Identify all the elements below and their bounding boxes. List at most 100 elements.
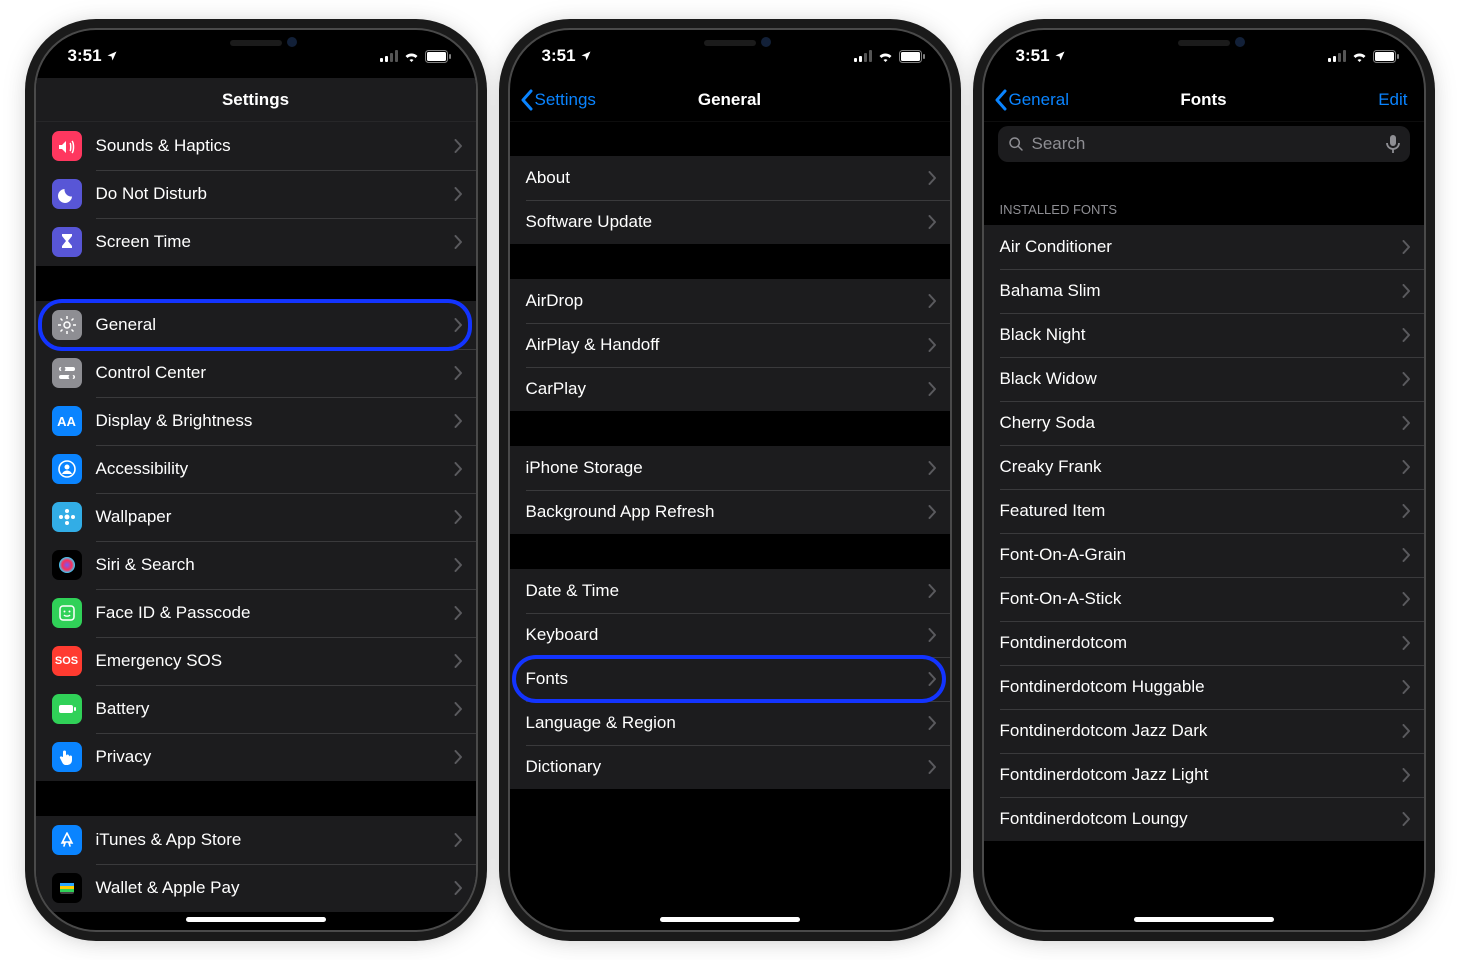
settings-row[interactable]: SOS Emergency SOS (36, 637, 476, 685)
row-label: Privacy (96, 747, 446, 767)
settings-row[interactable]: Black Widow (984, 357, 1424, 401)
row-label: Bahama Slim (1000, 281, 1394, 301)
wifi-icon (1351, 50, 1368, 62)
hand-icon (52, 742, 82, 772)
switches-icon (52, 358, 82, 388)
settings-group-3: iTunes & App Store Wallet & Apple Pay (36, 816, 476, 912)
chevron-right-icon (1402, 240, 1410, 254)
settings-row[interactable]: Fontdinerdotcom (984, 621, 1424, 665)
row-label: Siri & Search (96, 555, 446, 575)
phone-settings: 3:51 Settings Sounds & Haptics Do Not Di… (36, 30, 476, 930)
row-label: General (96, 315, 446, 335)
phone-general: 3:51 Settings General About Software Upd… (510, 30, 950, 930)
chevron-right-icon (928, 382, 936, 396)
row-label: Keyboard (526, 625, 920, 645)
flower-icon (52, 502, 82, 532)
settings-row[interactable]: AA Display & Brightness (36, 397, 476, 445)
settings-row[interactable]: Keyboard (510, 613, 950, 657)
chevron-right-icon (928, 171, 936, 185)
settings-row[interactable]: Fontdinerdotcom Jazz Light (984, 753, 1424, 797)
settings-row[interactable]: iPhone Storage (510, 446, 950, 490)
settings-row[interactable]: Accessibility (36, 445, 476, 493)
settings-row[interactable]: Cherry Soda (984, 401, 1424, 445)
chevron-right-icon (454, 139, 462, 153)
location-icon (1054, 50, 1066, 62)
settings-row[interactable]: AirPlay & Handoff (510, 323, 950, 367)
settings-row[interactable]: Dictionary (510, 745, 950, 789)
SOS-icon: SOS (52, 646, 82, 676)
row-label: Screen Time (96, 232, 446, 252)
chevron-right-icon (1402, 680, 1410, 694)
settings-row[interactable]: Language & Region (510, 701, 950, 745)
settings-row[interactable]: Font-On-A-Grain (984, 533, 1424, 577)
settings-row[interactable]: iTunes & App Store (36, 816, 476, 864)
mic-icon[interactable] (1386, 135, 1400, 153)
row-label: Software Update (526, 212, 920, 232)
settings-row[interactable]: Font-On-A-Stick (984, 577, 1424, 621)
search-input[interactable] (1030, 133, 1380, 155)
chevron-right-icon (928, 505, 936, 519)
row-label: Do Not Disturb (96, 184, 446, 204)
home-indicator[interactable] (1134, 917, 1274, 922)
settings-row[interactable]: Date & Time (510, 569, 950, 613)
settings-row[interactable]: Privacy (36, 733, 476, 781)
chevron-right-icon (1402, 460, 1410, 474)
settings-row[interactable]: AirDrop (510, 279, 950, 323)
row-label: Air Conditioner (1000, 237, 1394, 257)
row-label: Display & Brightness (96, 411, 446, 431)
row-label: Fontdinerdotcom Huggable (1000, 677, 1394, 697)
settings-row[interactable]: Face ID & Passcode (36, 589, 476, 637)
settings-row[interactable]: Fonts (510, 657, 950, 701)
row-label: Sounds & Haptics (96, 136, 446, 156)
content-fonts: INSTALLED FONTS Air Conditioner Bahama S… (984, 30, 1424, 930)
cellular-icon (380, 50, 398, 62)
chevron-right-icon (454, 606, 462, 620)
settings-row[interactable]: Control Center (36, 349, 476, 397)
settings-row[interactable]: Fontdinerdotcom Huggable (984, 665, 1424, 709)
settings-row[interactable]: Sounds & Haptics (36, 122, 476, 170)
settings-row[interactable]: Wallpaper (36, 493, 476, 541)
settings-row[interactable]: Fontdinerdotcom Loungy (984, 797, 1424, 841)
chevron-right-icon (1402, 768, 1410, 782)
home-indicator[interactable] (660, 917, 800, 922)
home-indicator[interactable] (186, 917, 326, 922)
battery-icon (52, 694, 82, 724)
settings-row[interactable]: Air Conditioner (984, 225, 1424, 269)
status-time: 3:51 (542, 46, 576, 66)
settings-row[interactable]: Featured Item (984, 489, 1424, 533)
settings-row[interactable]: Battery (36, 685, 476, 733)
battery-icon (899, 50, 926, 63)
settings-row[interactable]: General (36, 301, 476, 349)
search-field[interactable] (998, 126, 1410, 162)
chevron-right-icon (454, 414, 462, 428)
settings-row[interactable]: Creaky Frank (984, 445, 1424, 489)
cellular-icon (1328, 50, 1346, 62)
settings-row[interactable]: Wallet & Apple Pay (36, 864, 476, 912)
settings-row[interactable]: Do Not Disturb (36, 170, 476, 218)
settings-row[interactable]: CarPlay (510, 367, 950, 411)
settings-row[interactable]: Siri & Search (36, 541, 476, 589)
chevron-right-icon (928, 584, 936, 598)
settings-row[interactable]: About (510, 156, 950, 200)
row-label: Featured Item (1000, 501, 1394, 521)
settings-row[interactable]: Screen Time (36, 218, 476, 266)
status-indicators (1328, 50, 1400, 63)
AA-icon: AA (52, 406, 82, 436)
row-label: Wallpaper (96, 507, 446, 527)
group-header: INSTALLED FONTS (984, 202, 1424, 225)
chevron-right-icon (1402, 592, 1410, 606)
settings-row[interactable]: Black Night (984, 313, 1424, 357)
speaker-icon (52, 131, 82, 161)
row-label: Accessibility (96, 459, 446, 479)
chevron-right-icon (454, 654, 462, 668)
row-label: Battery (96, 699, 446, 719)
settings-row[interactable]: Bahama Slim (984, 269, 1424, 313)
settings-group-1: Sounds & Haptics Do Not Disturb Screen T… (36, 122, 476, 266)
status-indicators (380, 50, 452, 63)
settings-row[interactable]: Fontdinerdotcom Jazz Dark (984, 709, 1424, 753)
settings-row[interactable]: Background App Refresh (510, 490, 950, 534)
chevron-right-icon (454, 366, 462, 380)
search-icon (1008, 136, 1024, 152)
settings-row[interactable]: Software Update (510, 200, 950, 244)
chevron-right-icon (1402, 372, 1410, 386)
